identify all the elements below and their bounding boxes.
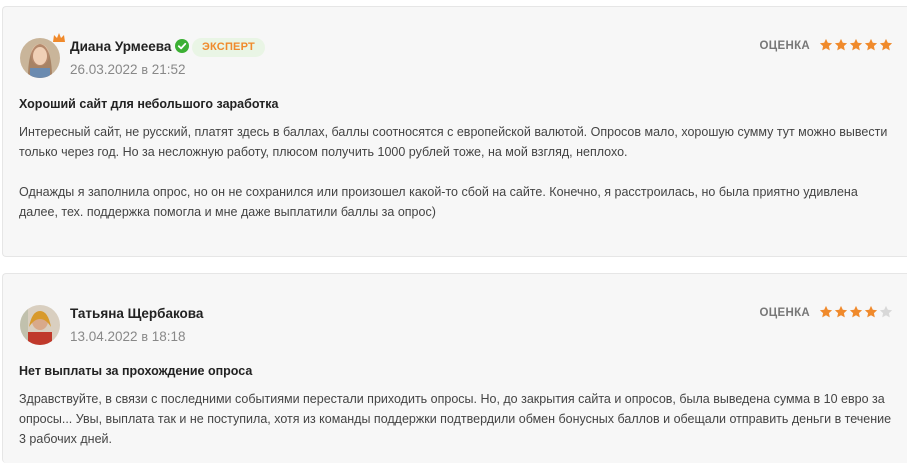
date-value: 13.04.2022 — [70, 329, 138, 344]
time-value: 18:18 — [151, 329, 186, 344]
star-filled-icon — [834, 38, 848, 51]
review-paragraph: Однажды я заполнила опрос, но он не сохр… — [19, 185, 858, 219]
review-card: Татьяна Щербакова 13.04.2022 в 18:18 ОЦЕ… — [2, 273, 907, 463]
date-separator: в — [141, 330, 148, 344]
author-avatar-wrapper[interactable] — [20, 33, 65, 78]
date-separator: в — [141, 63, 148, 77]
rating-stars — [819, 305, 893, 319]
rating-label: ОЦЕНКА — [759, 40, 810, 52]
avatar[interactable] — [20, 305, 60, 345]
review-card: Диана Урмеева ЭКСПЕРТ 26.03.2022 в 21:52… — [2, 6, 907, 257]
rating-stars — [819, 38, 893, 52]
expert-crown-icon — [53, 33, 65, 42]
author-avatar-wrapper[interactable] — [20, 305, 60, 345]
review-date: 26.03.2022 в 21:52 — [70, 62, 186, 77]
review-body: Здравствуйте, в связи с последними событ… — [19, 389, 895, 449]
expert-badge: ЭКСПЕРТ — [192, 38, 265, 57]
verified-check-icon — [175, 39, 189, 53]
avatar-image — [20, 38, 60, 78]
time-value: 21:52 — [151, 62, 186, 77]
review-paragraph: Интересный сайт, не русский, платят здес… — [19, 125, 888, 159]
avatar-image — [20, 305, 60, 345]
author-name[interactable]: Диана Урмеева — [70, 39, 171, 54]
star-filled-icon — [819, 305, 833, 318]
review-body: Интересный сайт, не русский, платят здес… — [19, 122, 895, 222]
star-filled-icon — [864, 38, 878, 51]
star-filled-icon — [849, 38, 863, 51]
star-filled-icon — [849, 305, 863, 318]
review-date: 13.04.2022 в 18:18 — [70, 329, 186, 344]
star-filled-icon — [834, 305, 848, 318]
rating-label: ОЦЕНКА — [759, 307, 810, 319]
star-filled-icon — [864, 305, 878, 318]
review-title: Нет выплаты за прохождение опроса — [19, 364, 253, 378]
star-filled-icon — [819, 38, 833, 51]
review-title: Хороший сайт для небольшого заработка — [19, 97, 279, 111]
review-paragraph: Здравствуйте, в связи с последними событ… — [19, 392, 892, 446]
star-filled-icon — [879, 38, 893, 51]
date-value: 26.03.2022 — [70, 62, 138, 77]
author-name[interactable]: Татьяна Щербакова — [70, 306, 203, 321]
avatar[interactable] — [20, 38, 60, 78]
star-empty-icon — [879, 305, 893, 318]
